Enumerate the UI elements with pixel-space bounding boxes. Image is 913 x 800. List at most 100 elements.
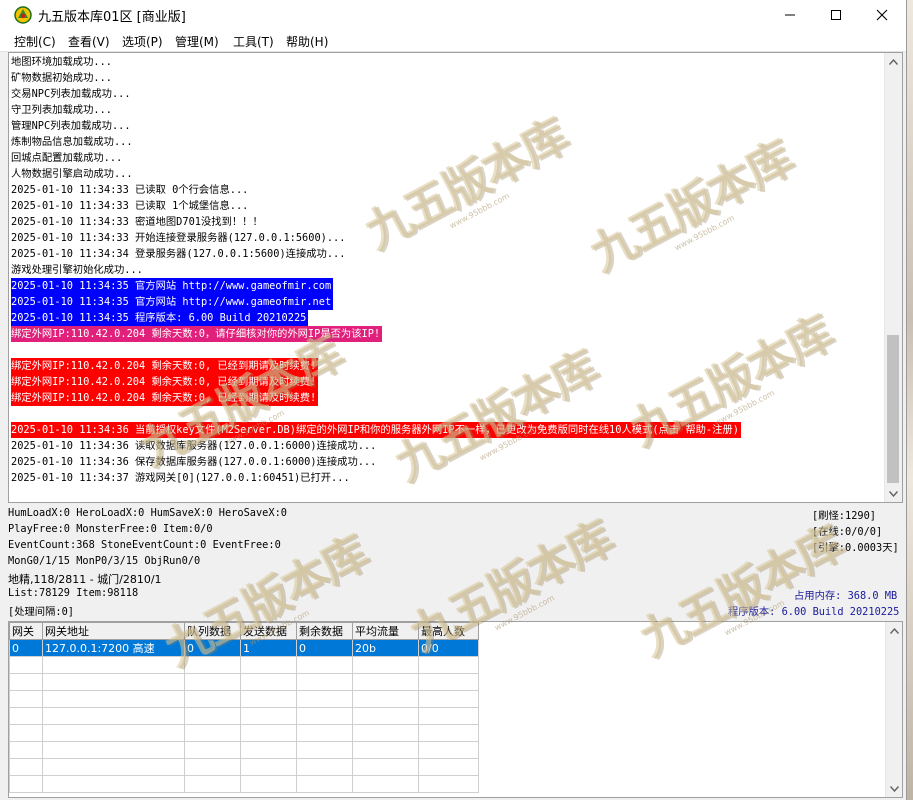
table-cell <box>42 775 185 793</box>
log-line: 人物数据引擎启动成功... <box>11 166 884 182</box>
log-line: 2025-01-10 11:34:34 登录服务器(127.0.0.1:5600… <box>11 246 884 262</box>
log-line: 2025-01-10 11:34:33 密道地图D701没找到！！！ <box>11 214 884 230</box>
menu-help[interactable]: 帮助(H) <box>286 33 328 50</box>
log-line-text: 2025-01-10 11:34:36 当前授权key文件(M2Server.D… <box>11 422 741 438</box>
table-cell <box>296 707 353 725</box>
log-line-text: 交易NPC列表加载成功... <box>11 88 131 100</box>
log-line: 炼制物品信息加载成功... <box>11 134 884 150</box>
scroll-up-button[interactable] <box>885 53 902 70</box>
log-line-text: 2025-01-10 11:34:37 游戏网关[0](127.0.0.1:60… <box>11 472 350 484</box>
table-cell <box>240 724 297 742</box>
gateway-table: 网关 网关地址 队列数据 发送数据 剩余数据 平均流量 最高人数 0 127.0.0.1:72… <box>9 622 479 793</box>
gateway-grid[interactable]: 网关 网关地址 队列数据 发送数据 剩余数据 平均流量 最高人数 0 127.0.0.1:72… <box>8 621 903 798</box>
table-cell: 0 <box>184 639 241 657</box>
table-cell: 20b <box>352 639 419 657</box>
table-cell <box>418 690 479 708</box>
grid-scrollbar[interactable] <box>885 622 902 797</box>
column-header[interactable]: 剩余数据 <box>296 622 353 640</box>
table-cell <box>296 724 353 742</box>
scroll-down-button[interactable] <box>885 485 902 502</box>
log-line-text: 回城点配置加载成功... <box>11 152 123 164</box>
column-header[interactable]: 最高人数 <box>418 622 479 640</box>
table-cell <box>352 741 419 759</box>
table-row[interactable] <box>9 707 479 725</box>
table-cell <box>240 690 297 708</box>
table-cell <box>9 656 43 674</box>
menu-tools[interactable]: 工具(T) <box>233 33 274 50</box>
table-row[interactable] <box>9 724 479 742</box>
log-line: 交易NPC列表加载成功... <box>11 86 884 102</box>
log-line: 2025-01-10 11:34:35 官方网站 http://www.game… <box>11 294 884 310</box>
table-cell <box>296 690 353 708</box>
close-button[interactable] <box>859 0 905 30</box>
minimize-button[interactable] <box>767 0 813 30</box>
table-cell <box>418 741 479 759</box>
menu-options[interactable]: 选项(P) <box>122 33 163 50</box>
status-refresh: [刷怪:1290] <box>812 510 876 522</box>
log-line: 2025-01-10 11:34:36 当前授权key文件(M2Server.D… <box>11 422 884 438</box>
menu-manage[interactable]: 管理(M) <box>175 33 219 50</box>
table-cell <box>9 707 43 725</box>
column-header[interactable]: 发送数据 <box>240 622 297 640</box>
table-row[interactable] <box>9 656 479 674</box>
table-cell <box>352 724 419 742</box>
table-row[interactable] <box>9 673 479 691</box>
column-header[interactable]: 平均流量 <box>352 622 419 640</box>
chevron-up-icon <box>890 627 899 634</box>
grid-scroll-down-button[interactable] <box>886 780 902 797</box>
table-cell <box>296 741 353 759</box>
table-cell <box>296 673 353 691</box>
log-line-text: 守卫列表加载成功... <box>11 104 112 116</box>
table-cell <box>42 741 185 759</box>
grid-scroll-up-button[interactable] <box>886 622 902 639</box>
log-line-text: 2025-01-10 11:34:36 读取数据库服务器(127.0.0.1:6… <box>11 440 377 452</box>
table-cell <box>9 724 43 742</box>
table-row[interactable] <box>9 741 479 759</box>
table-cell <box>184 724 241 742</box>
table-cell <box>184 673 241 691</box>
table-cell <box>9 690 43 708</box>
table-cell <box>352 775 419 793</box>
column-header[interactable]: 队列数据 <box>184 622 241 640</box>
log-lines: 地图环境加载成功... 矿物数据初始成功... 交易NPC列表加载成功... 守卫列表… <box>11 54 884 486</box>
table-cell <box>352 690 419 708</box>
log-line-text: 2025-01-10 11:34:36 保存数据库服务器(127.0.0.1:6… <box>11 456 377 468</box>
table-row[interactable] <box>9 775 479 793</box>
column-header[interactable]: 网关地址 <box>42 622 185 640</box>
table-cell: 0 <box>296 639 353 657</box>
status-map: 地精,118/2811 - 城门/2810/1 <box>8 573 162 586</box>
status-interval: [处理间隔:0] <box>8 606 74 618</box>
column-header[interactable]: 网关 <box>9 622 43 640</box>
menu-view[interactable]: 查看(V) <box>68 33 110 50</box>
log-scrollbar[interactable] <box>884 53 902 502</box>
log-line-text: 2025-01-10 11:34:34 登录服务器(127.0.0.1:5600… <box>11 248 346 260</box>
table-row[interactable]: 0 127.0.0.1:7200 高速 0 1 0 20b 0/0 <box>9 639 479 657</box>
log-line: 游戏处理引擎初始化成功... <box>11 262 884 278</box>
log-panel[interactable]: 地图环境加载成功... 矿物数据初始成功... 交易NPC列表加载成功... 守卫列表… <box>8 52 903 503</box>
table-cell <box>184 690 241 708</box>
log-line-text: 2025-01-10 11:34:33 开始连接登录服务器(127.0.0.1:… <box>11 232 346 244</box>
table-cell <box>184 758 241 776</box>
log-line: 管理NPC列表加载成功... <box>11 118 884 134</box>
menu-control[interactable]: 控制(C) <box>14 33 56 50</box>
log-line: 2025-01-10 11:34:33 已读取 0个行会信息... <box>11 182 884 198</box>
maximize-button[interactable] <box>813 0 859 30</box>
log-line-text: 绑定外网IP:110.42.0.204 剩余天数:0, 已经到期请及时续费! <box>11 374 319 390</box>
main-window: 九五版本库01区 [商业版] 控制(C) 查看(V) 选项(P) 管理(M) 工… <box>0 0 907 800</box>
table-cell <box>352 673 419 691</box>
table-cell <box>240 707 297 725</box>
log-line-text: 2025-01-10 11:34:35 官方网站 http://www.game… <box>11 294 334 310</box>
table-cell <box>296 656 353 674</box>
status-list: List:78129 Item:98118 <box>8 587 139 599</box>
log-line: 绑定外网IP:110.42.0.204 剩余天数:0, 已经到期请及时续费! <box>11 374 884 390</box>
table-cell <box>42 673 185 691</box>
scroll-thumb[interactable] <box>887 335 899 483</box>
chevron-down-icon <box>890 785 899 792</box>
status-online: [在线:0/0/0] <box>812 526 883 538</box>
table-cell <box>42 758 185 776</box>
table-row[interactable] <box>9 690 479 708</box>
table-row[interactable] <box>9 758 479 776</box>
log-line-text: 炼制物品信息加载成功... <box>11 136 133 148</box>
title-bar[interactable]: 九五版本库01区 [商业版] <box>0 0 906 30</box>
